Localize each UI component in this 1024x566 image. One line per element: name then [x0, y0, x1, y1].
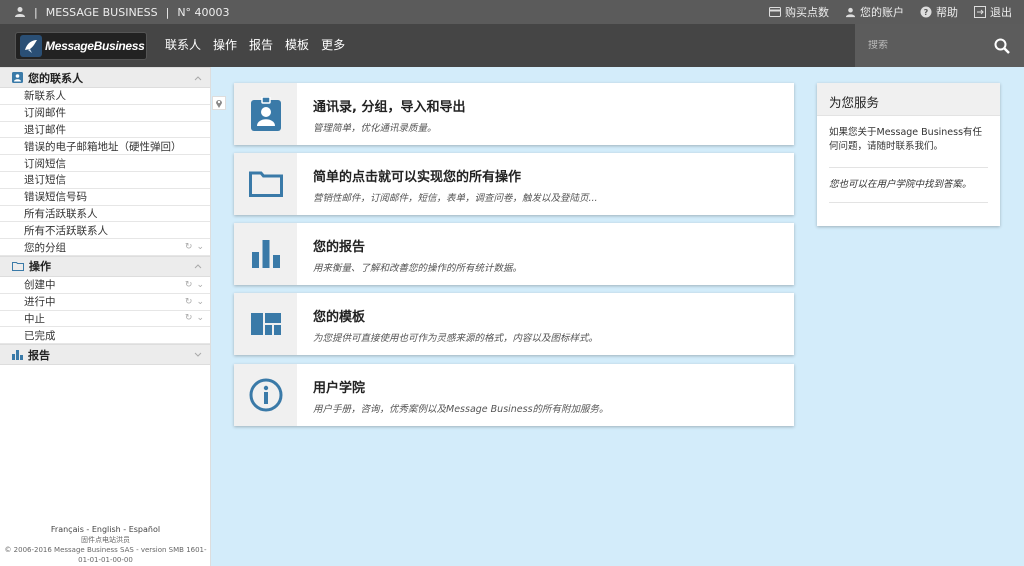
buy-points-link[interactable]: 购买点数: [769, 4, 829, 20]
chevron-down-icon[interactable]: ⌄: [196, 242, 204, 252]
card-templates[interactable]: 您的模板 为您提供可直接使用也可作为灵感来源的格式，内容以及图标样式。: [234, 293, 794, 355]
card-title: 简单的点击就可以实现您的所有操作: [313, 170, 522, 185]
logo[interactable]: MessageBusiness: [15, 31, 147, 60]
help-icon: ?: [920, 6, 932, 18]
contacts-icon: [12, 72, 23, 83]
footer-subtext: 固件点电站洪员: [81, 536, 130, 544]
sidebar-item-completed[interactable]: 已完成: [0, 327, 210, 345]
chevron-up-icon[interactable]: [194, 263, 202, 269]
logout-icon: [974, 6, 986, 18]
search-box: [855, 24, 1024, 67]
search-icon[interactable]: [994, 38, 1010, 54]
chevron-down-icon[interactable]: [194, 352, 202, 358]
card-title: 您的模板: [313, 310, 366, 325]
sidebar-item-inactive-contacts[interactable]: 所有不活跃联系人: [0, 222, 210, 240]
sidebar-footer: Français - English - Español 固件点电站洪员 © 2…: [0, 525, 211, 566]
contact-badge-icon: [250, 97, 281, 131]
svg-text:?: ?: [924, 8, 929, 17]
menu-item-templates[interactable]: 模板: [279, 24, 315, 67]
search-input[interactable]: [868, 40, 978, 51]
sidebar-item-bounced-emails[interactable]: 错误的电子邮箱地址（硬性弹回）: [0, 138, 210, 156]
sidebar-item-in-progress[interactable]: 进行中 ↻ ⌄: [0, 294, 210, 311]
menu-item-operations[interactable]: 操作: [207, 24, 243, 67]
logout-link[interactable]: 退出: [974, 4, 1012, 20]
refresh-icon[interactable]: ↻: [185, 313, 193, 323]
sidebar-section-reports[interactable]: 报告: [0, 344, 210, 366]
sidebar-item-stopped[interactable]: 中止 ↻ ⌄: [0, 311, 210, 328]
copyright: © 2006-2016 Message Business SAS - versi…: [4, 546, 207, 564]
main-menu: 联系人 操作 报告 模板 更多: [159, 24, 351, 67]
my-account-link[interactable]: 您的账户: [845, 4, 904, 20]
chevron-down-icon[interactable]: ⌄: [196, 280, 204, 290]
chevron-down-icon[interactable]: ⌄: [196, 313, 204, 323]
folder-icon: [248, 171, 283, 197]
refresh-icon[interactable]: ↻: [185, 297, 193, 307]
menu-item-more[interactable]: 更多: [315, 24, 351, 67]
card-contacts[interactable]: 通讯录, 分组，导入和导出 管理简单，优化通讯录质量。: [234, 83, 794, 145]
folder-icon: [12, 261, 24, 272]
refresh-icon[interactable]: ↻: [185, 242, 193, 252]
service-academy-text[interactable]: 您也可以在用户学院中找到答案。: [829, 178, 988, 203]
card-description: 管理简单，优化通讯录质量。: [313, 123, 437, 134]
menu-item-contacts[interactable]: 联系人: [159, 24, 207, 67]
chevron-up-icon[interactable]: [194, 75, 202, 81]
sidebar: 您的联系人 新联系人 订阅邮件 退订邮件 错误的电子邮箱地址（硬性弹回） 订阅短…: [0, 67, 211, 566]
sidebar-section-operations[interactable]: 操作: [0, 255, 210, 277]
user-icon[interactable]: [14, 6, 26, 18]
card-title: 通讯录, 分组，导入和导出: [313, 100, 466, 115]
sidebar-item-email-unsubscribed[interactable]: 退订邮件: [0, 122, 210, 139]
card-title: 用户学院: [313, 381, 366, 396]
main-nav-bar: MessageBusiness 联系人 操作 报告 模板 更多: [0, 24, 1024, 67]
card-description: 为您提供可直接使用也可作为灵感来源的格式，内容以及图标样式。: [313, 333, 599, 344]
menu-item-reports[interactable]: 报告: [243, 24, 279, 67]
bird-logo-icon: [20, 34, 42, 57]
help-link[interactable]: ? 帮助: [920, 4, 958, 20]
sidebar-item-sms-subscribed[interactable]: 订阅短信: [0, 155, 210, 172]
info-icon: [249, 378, 283, 412]
card-operations[interactable]: 简单的点击就可以实现您的所有操作 营销性邮件，订阅邮件，短信，表单，调查问卷，触…: [234, 153, 794, 215]
bar-chart-icon: [251, 240, 280, 268]
sidebar-item-your-groups[interactable]: 您的分组 ↻ ⌄: [0, 239, 210, 256]
pin-sidebar-button[interactable]: [212, 96, 226, 110]
sidebar-item-wrong-sms[interactable]: 错误短信号码: [0, 189, 210, 206]
top-bar: | MESSAGE BUSINESS | N° 40003 购买点数 您的账户 …: [0, 0, 1024, 24]
user-icon: [845, 7, 856, 18]
map-pin-icon: [215, 98, 223, 108]
service-contact-text: 如果您关于Message Business有任何问题，请随时联系我们。: [829, 126, 988, 168]
card-description: 营销性邮件，订阅邮件，短信，表单，调查问卷，触发以及登陆页...: [313, 193, 598, 204]
company-name: MESSAGE BUSINESS: [45, 5, 158, 19]
card-description: 用来衡量、了解和改善您的操作的所有统计数据。: [313, 263, 523, 274]
card-title: 您的报告: [313, 240, 366, 255]
logo-text: MessageBusiness: [45, 38, 145, 53]
bar-chart-icon: [12, 349, 23, 360]
service-title: 为您服务: [817, 83, 1000, 116]
sidebar-item-sms-unsubscribed[interactable]: 退订短信: [0, 172, 210, 189]
card-description: 用户手册，咨询，优秀案例以及Message Business的所有附加服务。: [313, 404, 609, 415]
refresh-icon[interactable]: ↻: [185, 280, 193, 290]
template-grid-icon: [250, 313, 281, 335]
sidebar-item-active-contacts[interactable]: 所有活跃联系人: [0, 206, 210, 223]
sidebar-item-new-contacts[interactable]: 新联系人: [0, 88, 210, 105]
account-number: N° 40003: [177, 5, 230, 19]
service-panel: 为您服务 如果您关于Message Business有任何问题，请随时联系我们。…: [817, 83, 1000, 226]
sidebar-section-contacts[interactable]: 您的联系人: [0, 67, 210, 88]
language-links[interactable]: Français - English - Español: [0, 525, 211, 535]
sidebar-item-email-subscribed[interactable]: 订阅邮件: [0, 105, 210, 122]
chevron-down-icon[interactable]: ⌄: [196, 297, 204, 307]
card-academy[interactable]: 用户学院 用户手册，咨询，优秀案例以及Message Business的所有附加…: [234, 364, 794, 426]
card-reports[interactable]: 您的报告 用来衡量、了解和改善您的操作的所有统计数据。: [234, 223, 794, 285]
sidebar-item-in-creation[interactable]: 创建中 ↻ ⌄: [0, 277, 210, 294]
credit-card-icon: [769, 7, 781, 17]
